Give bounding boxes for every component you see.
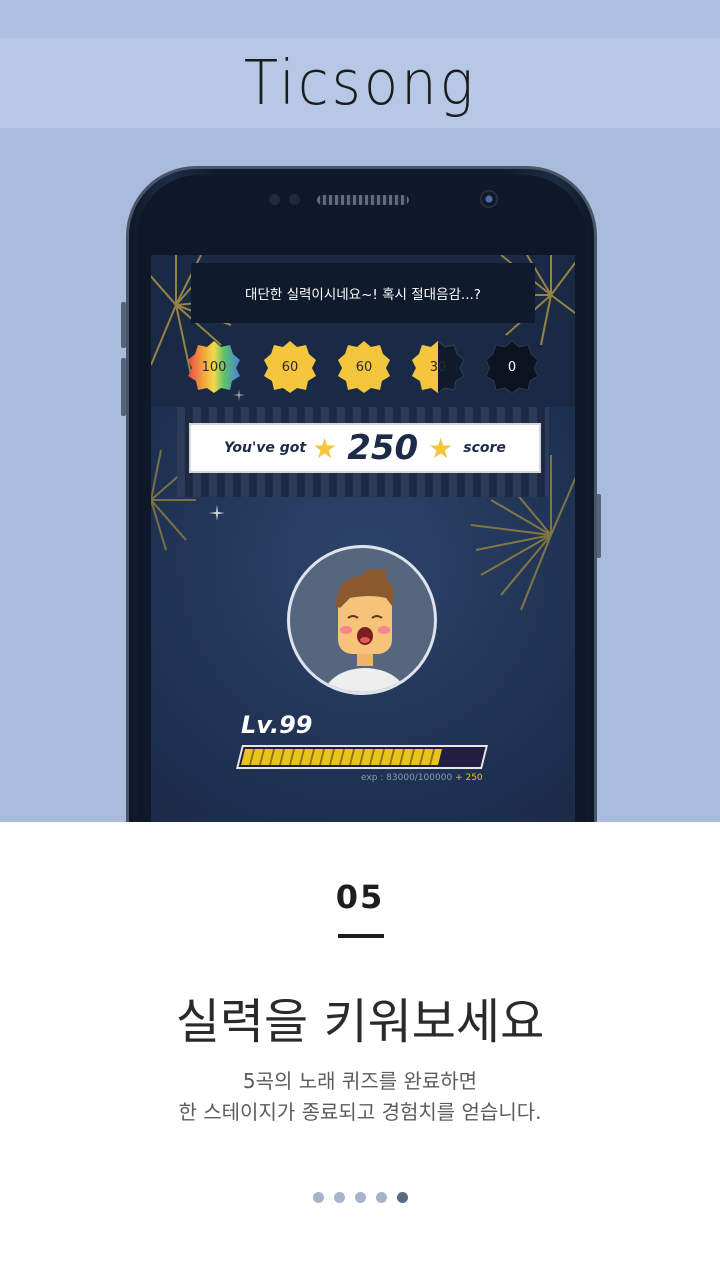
- exp-value: exp : 83000/100000: [361, 773, 453, 783]
- badge-value: 0: [507, 359, 517, 375]
- page-dot-3[interactable]: [354, 1192, 366, 1203]
- onboarding-panel: 05 실력을 키워보세요 5곡의 노래 퀴즈를 완료하면 한 스테이지가 종료되…: [0, 822, 720, 1280]
- onboarding-title: 실력을 키워보세요: [175, 994, 545, 1050]
- sparkle-icon: [233, 389, 245, 401]
- page-dot-2[interactable]: [333, 1192, 345, 1203]
- page-dot-4[interactable]: [375, 1192, 387, 1203]
- page-dot-1[interactable]: [312, 1192, 324, 1203]
- score-badge-5: 0: [485, 340, 539, 394]
- badge-value: 100: [201, 359, 227, 375]
- phone-sensor: [269, 194, 280, 205]
- score-value: 250: [347, 428, 419, 468]
- score-prefix: You've got: [224, 440, 307, 456]
- star-icon: ★: [428, 431, 454, 465]
- exp-progress-bar: [236, 745, 488, 769]
- avatar: [287, 545, 437, 695]
- step-divider: [338, 934, 384, 938]
- score-badge-4: 30: [411, 340, 465, 394]
- singer-avatar-icon: [323, 568, 407, 692]
- page-dot-5[interactable]: [396, 1192, 408, 1203]
- phone-frame: 대단한 실력이시네요~! 혹시 절대음감...? 100 60 60 30 0 …: [126, 166, 597, 822]
- exp-progress-fill: [241, 749, 442, 765]
- result-message: 대단한 실력이시네요~! 혹시 절대음감...?: [191, 263, 535, 323]
- description-line-2: 한 스테이지가 종료되고 경험치를 얻습니다.: [178, 1100, 542, 1124]
- game-screen: 대단한 실력이시네요~! 혹시 절대음감...? 100 60 60 30 0 …: [151, 255, 575, 822]
- phone-mockup-area: 대단한 실력이시네요~! 혹시 절대음감...? 100 60 60 30 0 …: [0, 128, 720, 822]
- phone-speaker: [317, 195, 409, 205]
- score-suffix: score: [463, 440, 506, 456]
- step-number: 05: [335, 878, 385, 916]
- score-badge-1: 100: [187, 340, 241, 394]
- score-badge-2: 60: [263, 340, 317, 394]
- description-line-1: 5곡의 노래 퀴즈를 완료하면: [242, 1069, 478, 1093]
- badge-value: 60: [281, 359, 299, 375]
- exp-bonus: + 250: [455, 773, 483, 783]
- sparkle-icon: [209, 505, 225, 521]
- app-logo: Ticsong: [243, 47, 477, 119]
- badge-value: 30: [429, 359, 447, 375]
- top-band: [0, 0, 720, 38]
- app-header: Ticsong: [0, 38, 720, 128]
- score-banner: You've got ★ 250 ★ score: [189, 423, 541, 473]
- badge-value: 60: [355, 359, 373, 375]
- phone-sensor: [289, 194, 300, 205]
- onboarding-description: 5곡의 노래 퀴즈를 완료하면 한 스테이지가 종료되고 경험치를 얻습니다.: [0, 1066, 720, 1128]
- exp-text: exp : 83000/100000 + 250: [361, 773, 483, 783]
- score-badge-3: 60: [337, 340, 391, 394]
- level-label: Lv.99: [241, 711, 313, 739]
- phone-camera-icon: [480, 190, 498, 208]
- star-icon: ★: [312, 431, 338, 465]
- page-indicator: [0, 1192, 720, 1203]
